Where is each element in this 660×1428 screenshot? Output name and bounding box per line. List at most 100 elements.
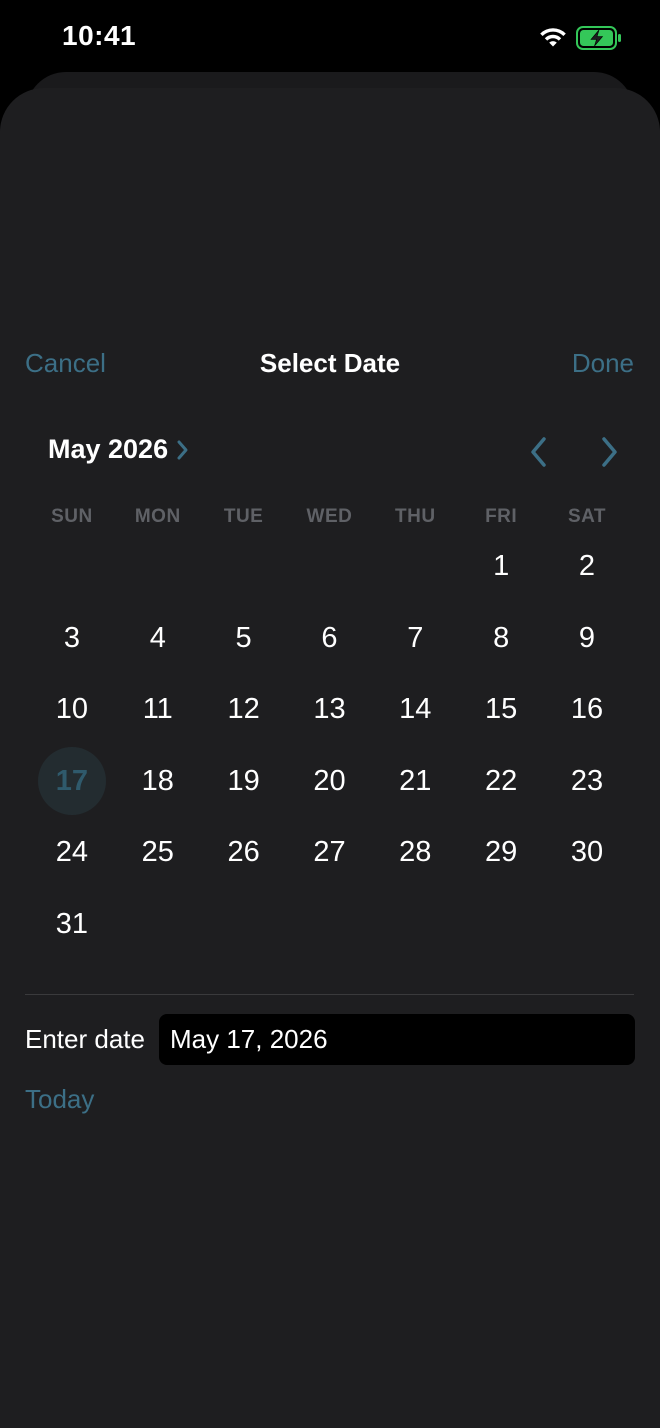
day-number: 23 [570,764,604,797]
calendar-day[interactable]: 2 [544,531,630,603]
calendar-day[interactable]: 16 [544,674,630,746]
day-number: 4 [149,621,166,654]
calendar-week-row: 17 18 19 20 21 22 23 [29,746,630,818]
calendar-day[interactable]: 18 [115,746,201,818]
calendar-week-row: 10 11 12 13 14 15 16 [29,674,630,746]
calendar-week-row: 12 [29,531,630,603]
calendar-day[interactable]: 22 [458,746,544,818]
empty-day-cell [201,531,287,603]
empty-day-cell [29,531,115,603]
day-number: 31 [55,907,89,940]
calendar-day[interactable]: 27 [287,817,373,889]
day-number: 3 [63,621,80,654]
weekday-label: FRI [485,506,518,527]
day-number: 15 [485,693,518,726]
calendar-day[interactable]: 1 [458,531,544,603]
calendar-day-selected[interactable]: 17 [29,746,115,818]
calendar-day[interactable]: 25 [115,817,201,889]
calendar-day[interactable]: 23 [544,746,630,818]
empty-day-cell [287,889,373,961]
empty-day-cell [201,889,287,961]
calendar-week-row: 24 25 26 27 28 29 30 [29,817,630,889]
day-number: 2 [578,550,596,583]
day-number: 22 [485,764,518,797]
chevron-right-icon [177,440,188,459]
calendar-day[interactable]: 14 [372,674,458,746]
calendar-day[interactable]: 13 [287,674,373,746]
status-time: 10:41 [62,20,137,51]
calendar-day[interactable]: 26 [201,817,287,889]
day-number: 26 [227,836,260,869]
calendar-day[interactable]: 4 [115,603,201,675]
day-number: 16 [570,693,604,726]
calendar-day[interactable]: 29 [458,817,544,889]
chevron-right-icon [602,437,617,467]
calendar-day[interactable]: 10 [29,674,115,746]
divider [25,994,634,995]
month-year-picker-button[interactable]: May 2026 [48,434,190,465]
calendar-day[interactable]: 30 [544,817,630,889]
calendar-day[interactable]: 3 [29,603,115,675]
calendar-day[interactable]: 28 [372,817,458,889]
weekday-header: SUN MON TUE WED THU FRI SAT [29,506,630,528]
calendar-day[interactable]: 11 [115,674,201,746]
empty-day-cell [115,531,201,603]
day-number: 7 [407,621,424,654]
calendar-day[interactable]: 31 [29,889,115,961]
enter-date-label: Enter date [25,1024,145,1054]
weekday-label: TUE [223,506,264,527]
day-number: 28 [399,836,432,869]
day-number: 10 [55,693,89,726]
empty-day-cell [115,889,201,961]
calendar-day[interactable]: 15 [458,674,544,746]
status-bar: 10:41 [0,0,660,72]
date-text-field[interactable] [159,1014,635,1065]
day-number: 12 [227,693,260,726]
calendar-day[interactable]: 20 [287,746,373,818]
calendar-day[interactable]: 6 [287,603,373,675]
day-number: 17 [55,764,89,797]
day-number: 24 [55,836,89,869]
empty-day-cell [372,531,458,603]
previous-month-button[interactable] [524,434,554,470]
chevron-left-icon [531,437,546,467]
month-label: May 2026 [48,434,169,464]
day-number: 11 [142,693,173,726]
day-number: 20 [313,764,346,797]
day-number: 21 [399,764,432,797]
calendar-grid: 1 2 3 4 5 6 7 8 9 10 11 12 13 14 15 16 17 18 19 20 21 22 23 24 2… [29,531,630,960]
calendar-day[interactable]: 19 [201,746,287,818]
calendar-day[interactable]: 24 [29,817,115,889]
weekday-label: SAT [567,506,607,527]
day-number: 5 [235,621,252,654]
calendar-day[interactable]: 7 [372,603,458,675]
empty-day-cell [287,531,373,603]
day-number: 9 [578,621,596,654]
wifi-icon [540,28,566,47]
today-button[interactable]: Today [25,1084,94,1115]
day-number: 19 [227,764,260,797]
sheet-title: Select Date [259,348,401,378]
calendar-day[interactable]: 5 [201,603,287,675]
done-button[interactable]: Done [572,348,634,379]
calendar-day[interactable]: 21 [372,746,458,818]
calendar-week-row: 3 4 5 6 7 8 9 [29,603,630,675]
calendar-day[interactable]: 9 [544,603,630,675]
day-number: 30 [570,836,604,869]
next-month-button[interactable] [594,434,624,470]
battery-charging-icon [576,26,621,50]
day-number: 1 [493,550,510,583]
weekday-label: WED [306,506,353,527]
calendar-day[interactable]: 12 [201,674,287,746]
empty-day-cell [544,889,630,961]
calendar-week-row: 31 [29,889,630,961]
day-number: 29 [485,836,518,869]
day-number: 27 [313,836,346,869]
weekday-label: MON [134,506,181,527]
day-number: 25 [141,836,174,869]
day-number: 6 [321,621,338,654]
day-number: 18 [141,764,174,797]
day-number: 13 [313,693,346,726]
calendar-day[interactable]: 8 [458,603,544,675]
empty-day-cell [458,889,544,961]
